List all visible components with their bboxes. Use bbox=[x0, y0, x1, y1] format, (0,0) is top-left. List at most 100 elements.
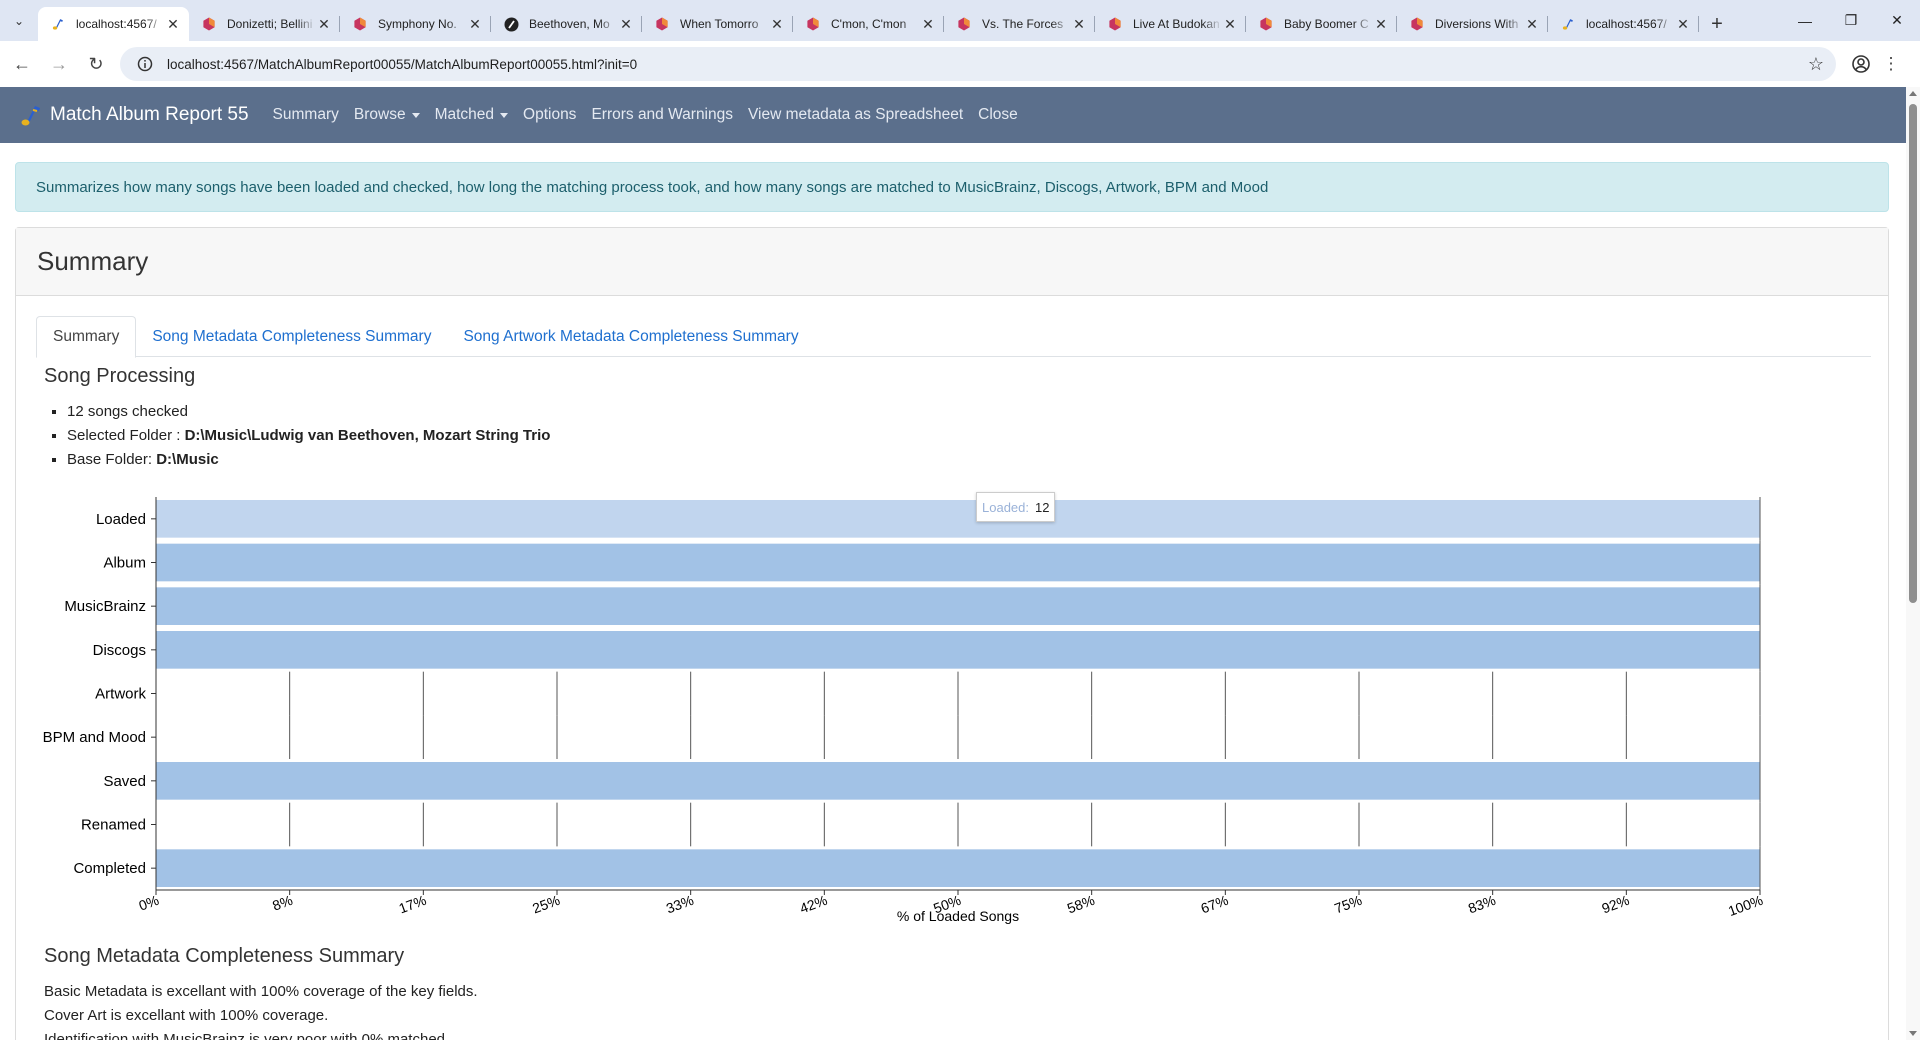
browser-tab-title: Live At Budokan bbox=[1133, 17, 1220, 31]
tab-close-icon[interactable]: ✕ bbox=[920, 16, 936, 32]
tab-close-icon[interactable]: ✕ bbox=[165, 16, 181, 32]
browser-tab[interactable]: Beethoven, Mo ✕ bbox=[491, 7, 642, 41]
site-info-icon[interactable] bbox=[135, 56, 155, 72]
chart-bar-saved bbox=[156, 762, 1760, 800]
browser-tab[interactable]: C'mon, C'mon ✕ bbox=[793, 7, 944, 41]
tab-close-icon[interactable]: ✕ bbox=[467, 16, 483, 32]
chart-bar-musicbrainz bbox=[156, 587, 1760, 625]
browser-tab[interactable]: localhost:4567/ ✕ bbox=[38, 7, 189, 41]
chart-x-tick-label: 75% bbox=[1332, 892, 1364, 917]
browser-tab[interactable]: localhost:4567/ ✕ bbox=[1548, 7, 1699, 41]
music-note-icon bbox=[50, 16, 66, 32]
browser-tab[interactable]: When Tomorro ✕ bbox=[642, 7, 793, 41]
chart-category-label: Album bbox=[103, 555, 146, 572]
new-tab-button[interactable]: + bbox=[1699, 7, 1735, 41]
browser-tab-title: Vs. The Forces bbox=[982, 17, 1064, 31]
tab-close-icon[interactable]: ✕ bbox=[1373, 16, 1389, 32]
browser-tab[interactable]: Donizetti; Bellini ✕ bbox=[189, 7, 340, 41]
browser-toolbar: ← → ↻ localhost:4567/MatchAlbumReport000… bbox=[0, 41, 1920, 87]
tab-search-icon[interactable]: ⌄ bbox=[0, 0, 38, 41]
scroll-thumb[interactable] bbox=[1909, 104, 1917, 603]
tooltip-value: 12 bbox=[1035, 499, 1050, 515]
tab-close-icon[interactable]: ✕ bbox=[316, 16, 332, 32]
tabs-container: localhost:4567/✕ Donizetti; Bellini ✕ Symph… bbox=[38, 7, 1699, 41]
reload-icon[interactable]: ↻ bbox=[81, 49, 111, 79]
scroll-down-icon[interactable] bbox=[1909, 1031, 1917, 1036]
metadata-summary-line: Identification with MusicBrainz is very … bbox=[44, 1031, 450, 1040]
metadata-summary-line: Cover Art is excellant with 100% coverag… bbox=[44, 1007, 329, 1024]
forward-icon[interactable]: → bbox=[44, 49, 74, 79]
page-scrollbar[interactable] bbox=[1906, 87, 1920, 1040]
browser-tab-title: C'mon, C'mon bbox=[831, 17, 907, 31]
site-hexagon-icon bbox=[1258, 16, 1274, 32]
chart-category-label: Completed bbox=[73, 860, 146, 877]
chart-x-tick-label: 92% bbox=[1600, 892, 1632, 917]
browser-menu-icon[interactable]: ⋮ bbox=[1876, 49, 1906, 79]
song-processing-chart: Loaded Album MusicBrainz Discogs Artwork BPM … bbox=[43, 497, 1765, 924]
chart-bar-discogs bbox=[156, 631, 1760, 669]
chart-x-tick-label: 33% bbox=[664, 892, 696, 917]
music-note-icon bbox=[1560, 16, 1576, 32]
browser-tab-title: localhost:4567/ bbox=[76, 17, 157, 31]
site-hexagon-icon bbox=[1409, 16, 1425, 32]
url-text: localhost:4567/MatchAlbumReport00055/Mat… bbox=[167, 56, 638, 72]
browser-tab-title: Baby Boomer C bbox=[1284, 17, 1369, 31]
chart-x-tick-label: 17% bbox=[397, 892, 429, 917]
chart-category-label: Discogs bbox=[93, 642, 146, 659]
chart-category-label: Artwork bbox=[95, 686, 146, 703]
site-hexagon-icon bbox=[1107, 16, 1123, 32]
browser-tab-title: localhost:4567/ bbox=[1586, 17, 1667, 31]
bookmark-star-icon[interactable]: ☆ bbox=[1808, 54, 1824, 75]
chart-category-label: Renamed bbox=[81, 817, 146, 834]
browser-tab[interactable]: Vs. The Forces ✕ bbox=[944, 7, 1095, 41]
chart-bar-completed bbox=[156, 849, 1760, 887]
scroll-up-icon[interactable] bbox=[1909, 91, 1917, 96]
chart-bar-loaded bbox=[156, 500, 1760, 538]
tab-close-icon[interactable]: ✕ bbox=[1071, 16, 1087, 32]
tab-close-icon[interactable]: ✕ bbox=[1222, 16, 1238, 32]
chart-category-label: Saved bbox=[103, 773, 146, 790]
restore-icon[interactable]: ❐ bbox=[1828, 0, 1874, 41]
site-hexagon-icon bbox=[201, 16, 217, 32]
page-viewport: Match Album Report 55 Summary Browse Match… bbox=[0, 87, 1920, 1040]
chart-x-axis-label: % of Loaded Songs bbox=[897, 908, 1019, 924]
close-window-icon[interactable]: ✕ bbox=[1874, 0, 1920, 41]
address-bar[interactable]: localhost:4567/MatchAlbumReport00055/Mat… bbox=[120, 47, 1836, 81]
chart-tooltip: Loaded: 12 bbox=[976, 492, 1056, 522]
browser-tab[interactable]: Live At Budokan ✕ bbox=[1095, 7, 1246, 41]
window-controls: — ❐ ✕ bbox=[1782, 0, 1920, 41]
metadata-summary-line: Basic Metadata is excellant with 100% co… bbox=[44, 983, 478, 1000]
site-hexagon-icon bbox=[805, 16, 821, 32]
chart-x-tick-label: 83% bbox=[1466, 892, 1498, 917]
profile-icon[interactable] bbox=[1846, 49, 1876, 79]
site-hexagon-icon bbox=[654, 16, 670, 32]
site-hexagon-icon bbox=[352, 16, 368, 32]
tab-close-icon[interactable]: ✕ bbox=[1524, 16, 1540, 32]
browser-tab[interactable]: Diversions With ✕ bbox=[1397, 7, 1548, 41]
back-icon[interactable]: ← bbox=[7, 49, 37, 79]
browser-tab-title: Symphony No. bbox=[378, 17, 457, 31]
chart-x-tick-label: 100% bbox=[1726, 892, 1765, 919]
metadata-completeness-heading: Song Metadata Completeness Summary bbox=[44, 945, 405, 967]
tab-close-icon[interactable]: ✕ bbox=[1675, 16, 1691, 32]
chart-x-tick-label: 0% bbox=[137, 892, 161, 914]
tab-close-icon[interactable]: ✕ bbox=[769, 16, 785, 32]
chart-x-tick-label: 42% bbox=[798, 892, 830, 917]
browser-tab-strip: ⌄ localhost:4567/✕ Donizetti; Bellini ✕ Sym… bbox=[0, 0, 1920, 41]
chart-x-tick-label: 67% bbox=[1199, 892, 1231, 917]
chart-category-label: BPM and Mood bbox=[43, 729, 146, 746]
browser-tab-title: Donizetti; Bellini bbox=[227, 17, 313, 31]
browser-tab[interactable]: Baby Boomer C ✕ bbox=[1246, 7, 1397, 41]
site-disc-icon bbox=[503, 16, 519, 32]
site-hexagon-icon bbox=[956, 16, 972, 32]
chart-bar-album bbox=[156, 543, 1760, 582]
browser-tab-title: When Tomorro bbox=[680, 17, 759, 31]
metadata-summary-lines: Basic Metadata is excellant with 100% co… bbox=[44, 980, 478, 1040]
browser-tab-title: Beethoven, Mo bbox=[529, 17, 610, 31]
tab-close-icon[interactable]: ✕ bbox=[618, 16, 634, 32]
browser-tab[interactable]: Symphony No. ✕ bbox=[340, 7, 491, 41]
minimize-icon[interactable]: — bbox=[1782, 0, 1828, 41]
tooltip-series-name: Loaded: bbox=[982, 499, 1029, 515]
chart-x-tick-label: 8% bbox=[270, 892, 294, 914]
chart-x-tick-label: 58% bbox=[1065, 892, 1097, 917]
